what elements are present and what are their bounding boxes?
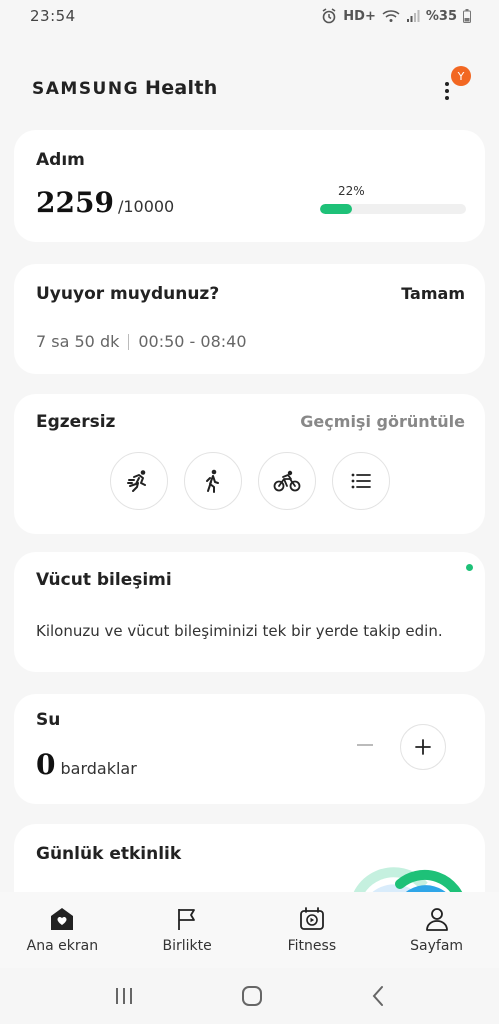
nav-home-label: Ana ekran [26, 938, 99, 954]
exercise-card[interactable]: Egzersiz Geçmişi görüntüle [14, 394, 485, 534]
sleep-summary: 7 sa 50 dk 00:50 - 08:40 [36, 332, 247, 351]
walking-button[interactable] [184, 452, 242, 510]
exercise-shortcuts [110, 452, 390, 510]
steps-progress-label: 22% [338, 184, 365, 198]
running-button[interactable] [110, 452, 168, 510]
exercise-history-link[interactable]: Geçmişi görüntüle [300, 412, 465, 431]
water-increment-button[interactable] [400, 724, 446, 770]
water-value-row: 0 bardaklar [36, 748, 137, 781]
battery-percent: %35 [425, 8, 457, 24]
list-icon [351, 473, 371, 489]
cycling-icon [273, 470, 301, 492]
battery-icon [463, 9, 471, 23]
water-unit: bardaklar [60, 759, 137, 778]
sleep-done-button[interactable]: Tamam [401, 284, 465, 303]
app-logo: SAMSUNG Health [32, 77, 218, 99]
sleep-title: Uyuyor muydunuz? [36, 284, 220, 304]
water-card[interactable]: Su 0 bardaklar [14, 694, 485, 804]
signal-icon [406, 10, 420, 22]
nav-fitness[interactable]: Fitness [257, 906, 367, 954]
more-vert-icon [445, 82, 449, 100]
body-composition-card[interactable]: Vücut bileşimi Kilonuzu ve vücut bileşim… [14, 552, 485, 672]
body-composition-title: Vücut bileşimi [36, 570, 172, 590]
water-decrement-button[interactable] [354, 734, 376, 756]
steps-progress-bar [320, 204, 466, 214]
nav-my-page-label: Sayfam [410, 938, 464, 954]
home-icon [51, 908, 74, 930]
exercise-list-button[interactable] [332, 452, 390, 510]
system-navigation-bar [0, 968, 499, 1024]
brand-primary: SAMSUNG [32, 79, 140, 99]
steps-count: 2259 [36, 186, 114, 219]
water-title: Su [36, 710, 61, 730]
nav-my-page[interactable]: Sayfam [382, 906, 492, 954]
fitness-icon [299, 907, 324, 930]
steps-value-row: 2259 /10000 [36, 186, 174, 219]
app-header: SAMSUNG Health Y [0, 60, 499, 116]
nav-fitness-label: Fitness [287, 938, 337, 954]
alarm-icon [322, 8, 336, 24]
new-indicator-dot [466, 564, 473, 571]
divider [128, 333, 130, 350]
sleep-duration: 7 sa 50 dk [36, 332, 120, 351]
minus-icon [357, 744, 373, 746]
status-icons: HD+ %35 [321, 8, 471, 24]
wifi-icon [382, 10, 400, 22]
profile-icon [425, 908, 448, 931]
body-composition-description: Kilonuzu ve vücut bileşiminizi tek bir y… [36, 622, 443, 640]
sleep-time-range: 00:50 - 08:40 [138, 332, 247, 351]
status-time: 23:54 [30, 7, 76, 25]
cycling-button[interactable] [258, 452, 316, 510]
avatar: Y [451, 66, 471, 86]
sleep-card[interactable]: Uyuyor muydunuz? Tamam 7 sa 50 dk 00:50 … [14, 264, 485, 374]
network-label: HD+ [343, 8, 376, 24]
steps-progress-fill [320, 204, 353, 214]
recent-apps-icon[interactable] [113, 986, 135, 1006]
nav-together[interactable]: Birlikte [132, 906, 242, 954]
brand-secondary: Health [145, 77, 218, 99]
flag-icon [178, 909, 196, 930]
steps-card[interactable]: Adım 2259 /10000 22% [14, 130, 485, 242]
status-bar: 23:54 HD+ %35 [0, 0, 499, 32]
more-options-button[interactable]: Y [437, 66, 471, 108]
back-icon[interactable] [370, 985, 386, 1007]
home-button-icon[interactable] [241, 985, 263, 1007]
running-icon [127, 470, 146, 492]
nav-home[interactable]: Ana ekran [7, 906, 117, 954]
steps-title: Adım [36, 150, 85, 170]
walking-icon [206, 469, 219, 493]
nav-together-label: Birlikte [162, 938, 212, 954]
steps-goal: /10000 [117, 197, 175, 216]
water-count: 0 [36, 748, 56, 781]
bottom-navigation: Ana ekran Birlikte Fitness Sayfam [0, 892, 499, 968]
plus-icon [415, 739, 431, 755]
